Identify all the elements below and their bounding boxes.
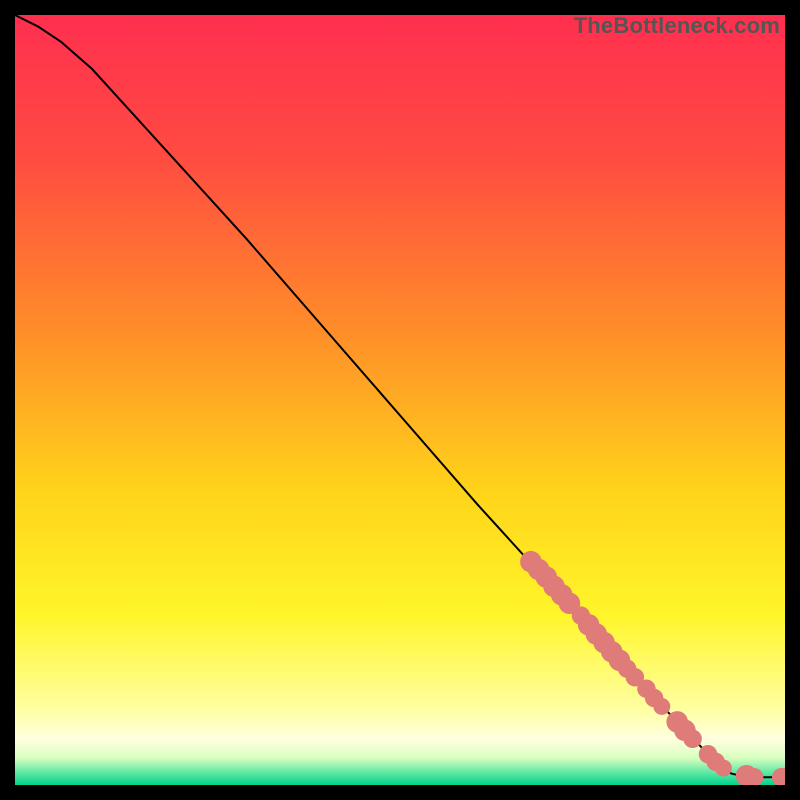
data-marker: [683, 730, 701, 748]
chart-svg: [15, 15, 785, 785]
chart-frame: TheBottleneck.com: [15, 15, 785, 785]
plot-background: [15, 15, 785, 785]
data-marker: [715, 760, 732, 777]
watermark-text: TheBottleneck.com: [574, 13, 780, 39]
data-marker: [653, 698, 670, 715]
